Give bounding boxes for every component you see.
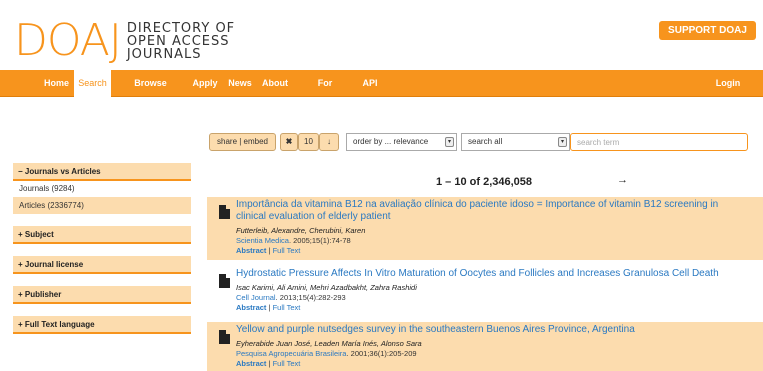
facet-full-text-language[interactable]: + Full Text language [13,316,191,334]
result-item: Yellow and purple nutsedges survey in th… [207,322,763,371]
search-field-value: search all [468,137,503,146]
share-embed-button[interactable]: share | embed [209,133,276,151]
site-header: DOAJ DIRECTORY OF OPEN ACCESS JOURNALS S… [0,0,763,70]
nav-browse-subjects[interactable]: Browse Subjects [115,70,186,115]
full-text-link[interactable]: Full Text [273,359,301,368]
abstract-link[interactable]: Abstract [236,359,266,368]
result-authors: Isac Karimi, Ali Amini, Mehri Azadbakht,… [236,283,417,292]
result-title[interactable]: Hydrostatic Pressure Affects In Vitro Ma… [236,268,746,280]
logo-line-2: OPEN ACCESS [126,33,230,49]
abstract-link[interactable]: Abstract [236,303,266,312]
order-by-value: order by ... relevance [353,137,429,146]
result-links: Abstract | Full Text [236,303,301,312]
nav-search[interactable]: Search [74,70,111,97]
logo-text: DIRECTORY OF OPEN ACCESS JOURNALS [127,22,235,61]
search-field-select[interactable]: search all ▾ [461,133,570,151]
result-journal-name[interactable]: Cell Journal [236,293,276,302]
chevron-down-icon: ▾ [558,137,567,147]
facet-subject[interactable]: + Subject [13,226,191,244]
next-page-icon[interactable]: → [617,174,628,186]
result-authors: Eyherabide Juan José, Leaden María Inés,… [236,339,422,348]
result-authors: Futterleib, Alexandre, Cherubini, Karen [236,226,366,235]
chevron-down-icon: ▾ [445,137,454,147]
facet-articles-option[interactable]: Articles (2336774) [13,197,191,214]
document-icon [219,274,230,288]
logo-letters: DOAJ [14,15,122,66]
main-navbar: Home Search Browse Subjects Apply News A… [0,70,763,115]
result-journal-name[interactable]: Pesquisa Agropecuária Brasileira [236,349,346,358]
document-icon [219,205,230,219]
logo-line-1: DIRECTORY OF [126,20,236,36]
facet-journals-option[interactable]: Journals (9284) [13,180,191,197]
nav-apply[interactable]: Apply [190,70,220,97]
result-item: Hydrostatic Pressure Affects In Vitro Ma… [207,266,763,318]
document-icon [219,330,230,344]
result-title[interactable]: Importância da vitamina B12 na avaliação… [236,199,746,223]
download-icon[interactable]: ↓ [319,133,339,151]
facet-publisher[interactable]: + Publisher [13,286,191,304]
facet-journals-vs-articles[interactable]: − Journals vs Articles [13,163,191,181]
result-journal-name[interactable]: Scientia Medica [236,236,289,245]
doaj-logo[interactable]: DOAJ DIRECTORY OF OPEN ACCESS JOURNALS [14,18,235,64]
nav-about[interactable]: About [260,70,290,97]
clear-icon[interactable]: ✖ [280,133,298,151]
result-journal-line: Pesquisa Agropecuária Brasileira. 2001;3… [236,349,417,358]
abstract-link[interactable]: Abstract [236,246,266,255]
result-citation: . 2001;36(1):205-209 [346,349,417,358]
full-text-link[interactable]: Full Text [273,246,301,255]
nav-home[interactable]: Home [40,70,73,97]
nav-login[interactable]: Login [712,70,744,97]
result-journal-line: Scientia Medica. 2005;15(1):74-78 [236,236,351,245]
order-by-select[interactable]: order by ... relevance ▾ [346,133,457,151]
result-journal-line: Cell Journal. 2013;15(4):282-293 [236,293,346,302]
full-text-link[interactable]: Full Text [273,303,301,312]
nav-api[interactable]: API [361,70,379,97]
page-size-button[interactable]: 10 [298,133,319,151]
search-input[interactable] [570,133,748,151]
results-count: 1 – 10 of 2,346,058 [436,176,533,188]
facet-journal-license[interactable]: + Journal license [13,256,191,274]
result-citation: . 2005;15(1):74-78 [288,236,351,245]
nav-for-publishers[interactable]: For Publishers [294,70,356,115]
result-links: Abstract | Full Text [236,359,301,368]
logo-line-3: JOURNALS [126,46,202,62]
result-citation: . 2013;15(4):282-293 [275,293,346,302]
result-title[interactable]: Yellow and purple nutsedges survey in th… [236,324,746,336]
support-doaj-button[interactable]: SUPPORT DOAJ [659,21,756,40]
result-item: Importância da vitamina B12 na avaliação… [207,197,763,260]
nav-news[interactable]: News [226,70,254,97]
result-links: Abstract | Full Text [236,246,301,255]
